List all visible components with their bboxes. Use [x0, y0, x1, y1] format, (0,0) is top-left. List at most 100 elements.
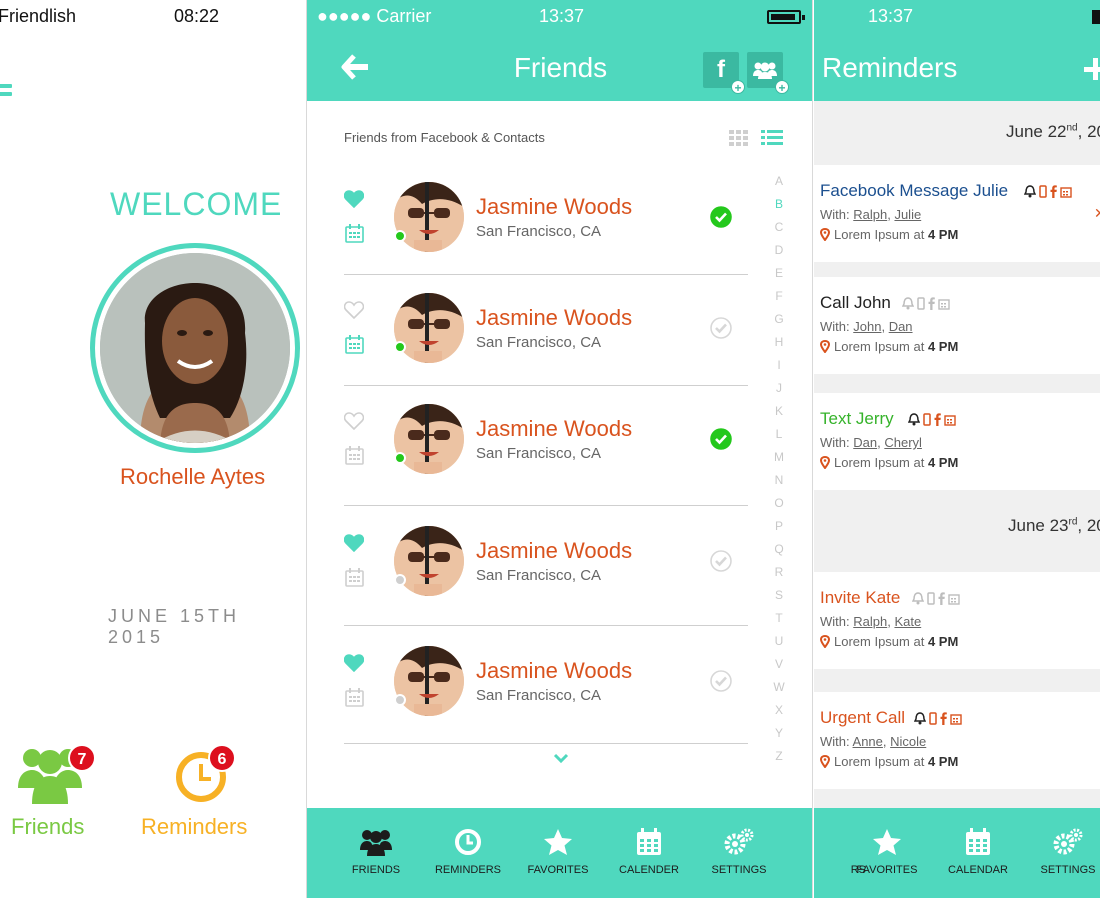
facebook-icon[interactable]: [934, 413, 941, 426]
tab-calendar[interactable]: CALENDER: [604, 828, 694, 876]
tab-reminders[interactable]: REMINDERS: [423, 828, 513, 876]
alphabet-letter[interactable]: V: [773, 657, 785, 680]
friend-row[interactable]: Jasmine Woods San Francisco, CA: [344, 386, 748, 506]
alphabet-letter[interactable]: N: [773, 473, 785, 496]
friend-avatar[interactable]: [394, 404, 464, 474]
chevron-down-icon[interactable]: [553, 752, 569, 764]
hamburger-icon[interactable]: [0, 84, 12, 104]
person-link[interactable]: John: [853, 319, 881, 334]
reminder-card[interactable]: Invite Kate With: Ralph, Kate Lorem Ipsum …: [814, 572, 1100, 669]
alphabet-letter[interactable]: Z: [773, 749, 785, 772]
phone-icon[interactable]: [927, 592, 935, 605]
favorite-heart-icon[interactable]: [344, 534, 364, 552]
friend-avatar[interactable]: [394, 646, 464, 716]
calendar-icon[interactable]: [345, 688, 364, 707]
alphabet-letter[interactable]: S: [773, 588, 785, 611]
tab-favorites[interactable]: FAVORITES: [842, 828, 932, 876]
favorite-heart-icon[interactable]: [344, 412, 364, 430]
alphabet-letter[interactable]: B: [773, 197, 785, 220]
calendar-icon[interactable]: [345, 568, 364, 587]
friend-avatar[interactable]: [394, 526, 464, 596]
person-link[interactable]: Dan: [889, 319, 913, 334]
reminder-card[interactable]: Urgent Call With: Anne, Nicole Lorem Ipsum…: [814, 692, 1100, 789]
bell-icon[interactable]: [907, 413, 921, 426]
alphabet-letter[interactable]: Q: [773, 542, 785, 565]
facebook-icon[interactable]: [928, 297, 935, 310]
alphabet-letter[interactable]: H: [773, 335, 785, 358]
person-link[interactable]: Anne: [853, 734, 883, 749]
add-group-button[interactable]: +: [747, 52, 789, 95]
close-icon[interactable]: ✕: [1094, 205, 1100, 222]
person-link[interactable]: Nicole: [890, 734, 926, 749]
favorite-heart-icon[interactable]: [344, 654, 364, 672]
alphabet-letter[interactable]: K: [773, 404, 785, 427]
alphabet-letter[interactable]: O: [773, 496, 785, 519]
calendar-icon[interactable]: [345, 446, 364, 465]
check-icon[interactable]: [710, 317, 732, 339]
calendar-icon[interactable]: [938, 298, 950, 310]
person-link[interactable]: Cheryl: [884, 435, 922, 450]
friend-row[interactable]: Jasmine Woods San Francisco, CA: [344, 628, 748, 744]
bell-icon[interactable]: [901, 297, 915, 310]
phone-icon[interactable]: [929, 712, 937, 725]
check-icon[interactable]: [710, 670, 732, 692]
bell-icon[interactable]: [1023, 185, 1037, 198]
favorite-heart-icon[interactable]: [344, 301, 364, 319]
check-icon[interactable]: [710, 206, 732, 228]
bell-icon[interactable]: [911, 592, 925, 605]
alphabet-letter[interactable]: W: [773, 680, 785, 703]
alphabet-letter[interactable]: F: [773, 289, 785, 312]
profile-avatar[interactable]: [90, 243, 300, 453]
check-icon[interactable]: [710, 550, 732, 572]
alphabet-letter[interactable]: R: [773, 565, 785, 588]
grid-view-icon[interactable]: [729, 130, 749, 146]
friend-avatar[interactable]: [394, 182, 464, 252]
alphabet-letter[interactable]: P: [773, 519, 785, 542]
alphabet-letter[interactable]: T: [773, 611, 785, 634]
alphabet-letter[interactable]: U: [773, 634, 785, 657]
person-link[interactable]: Kate: [894, 614, 921, 629]
alphabet-letter[interactable]: L: [773, 427, 785, 450]
person-link[interactable]: Dan: [853, 435, 877, 450]
tab-favorites[interactable]: FAVORITES: [513, 828, 603, 876]
phone-icon[interactable]: [1039, 185, 1047, 198]
tab-friends[interactable]: FRIENDS: [331, 828, 421, 876]
alphabet-index[interactable]: ABCDEFGHIJKLMNOPQRSTUVWXYZ: [773, 174, 785, 772]
alphabet-letter[interactable]: C: [773, 220, 785, 243]
alphabet-letter[interactable]: J: [773, 381, 785, 404]
reminder-card[interactable]: Call John With: John, Dan Lorem Ipsum at 4…: [814, 277, 1100, 374]
reminder-card[interactable]: Text Jerry With: Dan, Cheryl Lorem Ipsum a…: [814, 393, 1100, 490]
calendar-icon[interactable]: [345, 224, 364, 243]
calendar-icon[interactable]: [345, 335, 364, 354]
alphabet-letter[interactable]: E: [773, 266, 785, 289]
favorite-heart-icon[interactable]: [344, 190, 364, 208]
calendar-icon[interactable]: [1060, 186, 1072, 198]
friend-row[interactable]: Jasmine Woods San Francisco, CA: [344, 508, 748, 626]
alphabet-letter[interactable]: X: [773, 703, 785, 726]
check-icon[interactable]: [710, 428, 732, 450]
alphabet-letter[interactable]: M: [773, 450, 785, 473]
calendar-icon[interactable]: [948, 593, 960, 605]
add-facebook-friend-button[interactable]: f +: [703, 52, 745, 95]
facebook-icon[interactable]: [1050, 185, 1057, 198]
tab-settings[interactable]: SETTINGS: [1023, 828, 1100, 876]
reminder-card[interactable]: Facebook Message Julie With: Ralph, Julie…: [814, 165, 1100, 262]
alphabet-letter[interactable]: Y: [773, 726, 785, 749]
phone-icon[interactable]: [923, 413, 931, 426]
tab-settings[interactable]: SETTINGS: [694, 828, 784, 876]
friend-avatar[interactable]: [394, 293, 464, 363]
person-link[interactable]: Julie: [894, 207, 921, 222]
add-reminder-icon[interactable]: [1084, 58, 1100, 80]
friend-row[interactable]: Jasmine Woods San Francisco, CA: [344, 275, 748, 386]
alphabet-letter[interactable]: I: [773, 358, 785, 381]
alphabet-letter[interactable]: G: [773, 312, 785, 335]
person-link[interactable]: Ralph: [853, 207, 887, 222]
calendar-icon[interactable]: [944, 414, 956, 426]
bell-icon[interactable]: [913, 712, 927, 725]
alphabet-letter[interactable]: D: [773, 243, 785, 266]
list-view-icon[interactable]: [761, 130, 783, 146]
calendar-icon[interactable]: [950, 713, 962, 725]
tab-calendar[interactable]: CALENDAR: [933, 828, 1023, 876]
friend-row[interactable]: Jasmine Woods San Francisco, CA: [344, 164, 748, 275]
facebook-icon[interactable]: [938, 592, 945, 605]
